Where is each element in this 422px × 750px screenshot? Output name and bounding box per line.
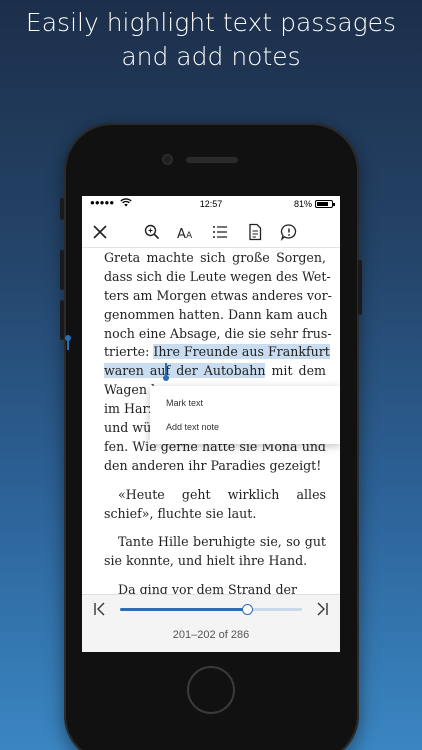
selection-start-handle[interactable] [65, 335, 71, 350]
notes-icon[interactable] [279, 222, 299, 242]
last-page-icon[interactable] [314, 601, 330, 617]
highlighted-text[interactable]: waren auf der Autobahn [104, 363, 266, 379]
text-line: «Heute geht wirklich alles [118, 486, 326, 502]
svg-text:A: A [186, 231, 193, 241]
text-line: trierte: Ihre Freunde aus Frankfurt [104, 343, 330, 362]
highlighted-text[interactable]: Ihre Freunde aus Frankfurt [153, 344, 330, 360]
text-line: noch eine Absage, die sie sehr frus- [104, 325, 332, 341]
volume-up-button [60, 250, 64, 290]
page-icon[interactable] [245, 222, 265, 242]
app-screen: ●●●●● 12:57 81% AA Greta machte sich gro… [82, 196, 340, 652]
headline-line-2: and add notes [121, 42, 301, 71]
text-fragment: mit dem [265, 363, 326, 379]
svg-text:A: A [177, 227, 186, 242]
reader-toolbar: AA [82, 216, 340, 248]
page-progress-slider[interactable] [120, 604, 302, 615]
battery-level [317, 202, 329, 206]
headline: Easily highlight text passages and add n… [0, 6, 422, 74]
text-line: Tante Hille beruhigte sie, so gut [118, 534, 326, 550]
selection-context-menu: Mark text Add text note [150, 386, 340, 444]
navigation-bar: 201–202 of 286 [82, 594, 340, 652]
search-icon[interactable] [142, 222, 162, 242]
mark-text-menu-item[interactable]: Mark text [166, 398, 203, 408]
text-fragment: trierte: [104, 344, 154, 360]
front-camera [162, 154, 173, 165]
text-line: genommen hatten. Dann kam auch [104, 306, 328, 322]
headline-line-1: Easily highlight text passages [25, 8, 397, 37]
mute-switch [60, 198, 64, 220]
text-line: den anderen ihr Paradies gezeigt! [104, 457, 322, 473]
earpiece-speaker [186, 157, 238, 163]
page-count-label: 201–202 of 286 [172, 629, 250, 641]
text-line: dass sich die Leute wegen des Wet- [104, 268, 331, 284]
home-button[interactable] [187, 666, 235, 714]
text-line: Greta machte sich große Sorgen, [104, 250, 326, 265]
selection-end-handle[interactable] [163, 363, 169, 381]
status-bar: ●●●●● 12:57 81% [82, 196, 340, 212]
page-progress-fill [120, 608, 248, 611]
table-of-contents-icon[interactable] [210, 222, 230, 242]
text-line: schief», fluchte sie laut. [104, 505, 257, 521]
battery-percent: 81% [293, 199, 312, 209]
volume-down-button [60, 300, 64, 340]
add-text-note-menu-item[interactable]: Add text note [166, 422, 219, 432]
battery-icon [315, 200, 335, 208]
first-page-icon[interactable] [92, 601, 108, 617]
power-button [358, 260, 362, 315]
text-line: waren auf der Autobahn mit dem [104, 362, 326, 381]
page-progress-thumb[interactable] [241, 604, 253, 615]
text-line: sie konnte, und hielt ihre Hand. [104, 553, 308, 569]
text-line: ters am Morgen etwas anderes vor- [104, 287, 332, 303]
font-size-icon[interactable]: AA [176, 222, 196, 242]
close-icon[interactable] [90, 222, 110, 242]
